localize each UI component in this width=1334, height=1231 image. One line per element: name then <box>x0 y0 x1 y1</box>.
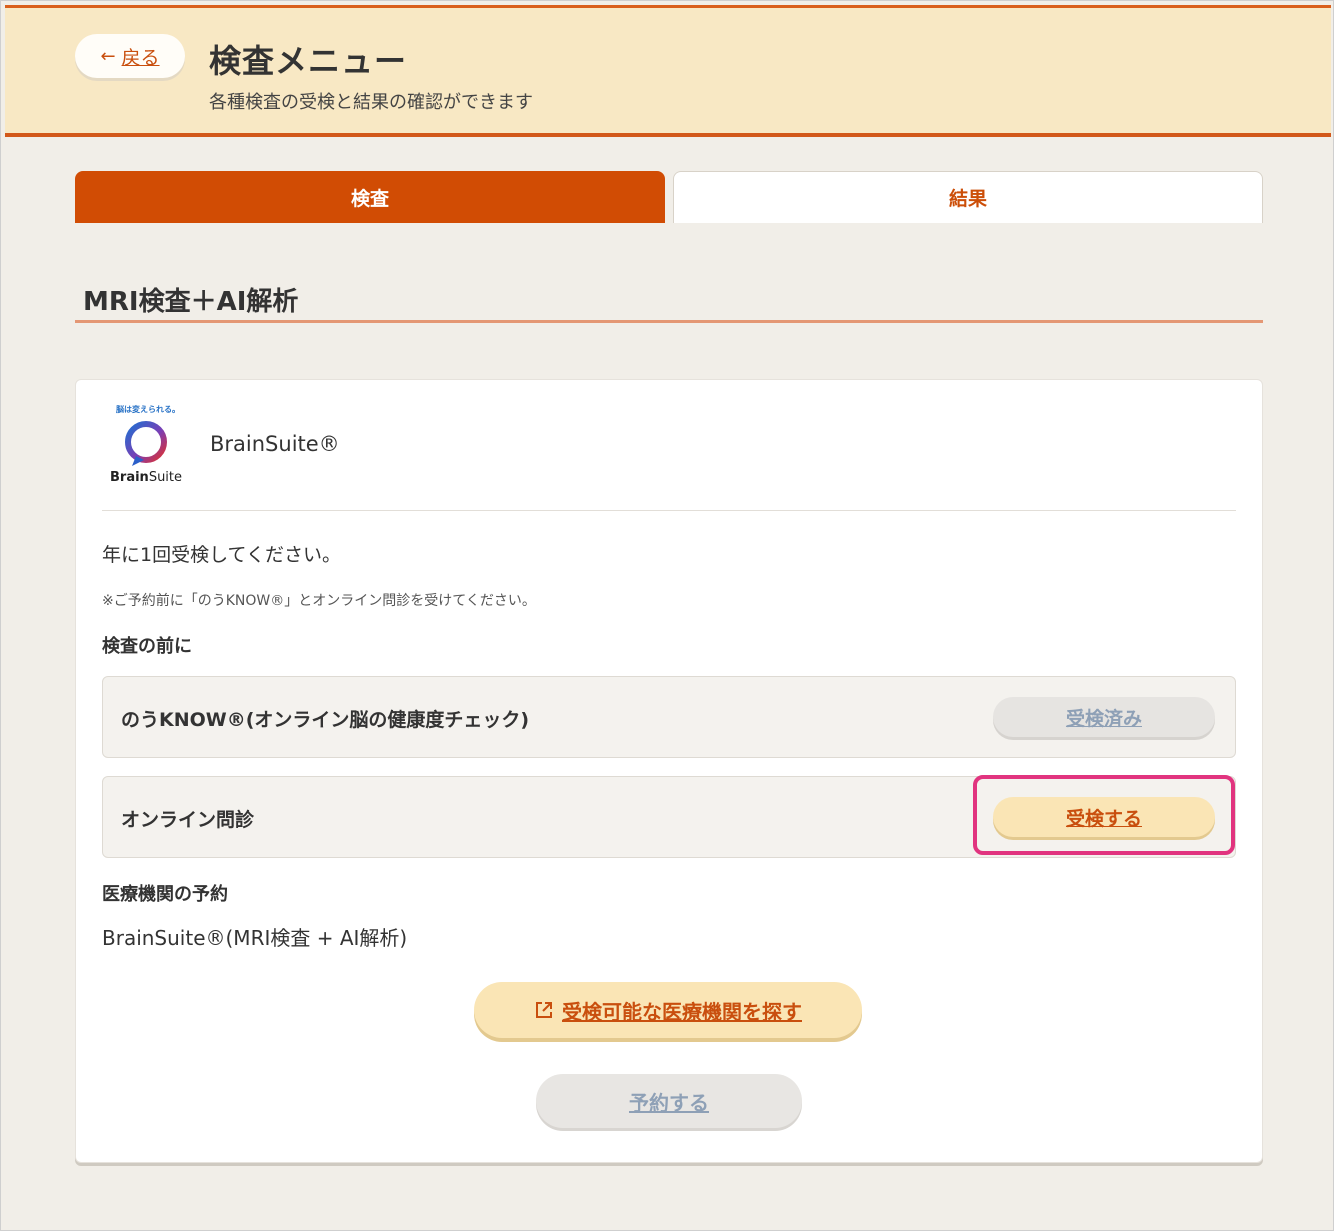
completed-button: 受検済み <box>993 697 1215 737</box>
section-divider <box>75 320 1263 323</box>
brain-ring-icon <box>125 421 167 466</box>
page-subtitle: 各種検査の受検と結果の確認ができます <box>209 92 533 113</box>
reservation-note: ※ご予約前に「のうKNOW®」とオンライン問診を受けてください。 <box>102 593 536 609</box>
page-frame: ← 戻る 検査メニュー 各種検査の受検と結果の確認ができます 検査 結果 MRI… <box>0 0 1334 1231</box>
page-header: ← 戻る 検査メニュー 各種検査の受検と結果の確認ができます <box>5 5 1331 137</box>
back-label: 戻る <box>121 46 160 69</box>
card-divider <box>102 510 1236 511</box>
page-title: 検査メニュー <box>209 42 408 80</box>
logo-wordmark: BrainSuite <box>110 470 183 485</box>
product-name: BrainSuite® <box>210 432 340 456</box>
external-link-icon <box>534 1000 554 1020</box>
step-label: オンライン問診 <box>121 809 255 831</box>
step-label: のうKNOW®(オンライン脳の健康度チェック) <box>121 709 530 731</box>
exam-card: 脳は変えられる。 BrainSuite BrainSuite® 年に1回受検して… <box>75 379 1263 1163</box>
take-exam-button[interactable]: 受検する <box>993 797 1215 837</box>
reservation-item: BrainSuite®(MRI検査 + AI解析) <box>102 926 408 950</box>
reserve-button: 予約する <box>536 1074 802 1128</box>
step-row-nouknow: のうKNOW®(オンライン脳の健康度チェック) 受検済み <box>102 676 1236 758</box>
arrow-left-icon: ← <box>100 45 116 67</box>
back-button[interactable]: ← 戻る <box>75 34 185 78</box>
step-row-online-interview: オンライン問診 受検する <box>102 776 1236 858</box>
tab-results[interactable]: 結果 <box>673 171 1263 223</box>
before-exam-heading: 検査の前に <box>102 636 192 657</box>
brainsuite-logo: 脳は変えられる。 BrainSuite <box>108 404 188 486</box>
find-clinic-button[interactable]: 受検可能な医療機関を探す <box>474 982 862 1038</box>
logo-tagline: 脳は変えられる。 <box>116 405 180 414</box>
tab-exam[interactable]: 検査 <box>75 171 665 223</box>
frequency-text: 年に1回受検してください。 <box>102 544 341 566</box>
reservation-heading: 医療機関の予約 <box>102 884 228 905</box>
section-title: MRI検査＋AI解析 <box>83 287 299 317</box>
find-clinic-label: 受検可能な医療機関を探す <box>562 999 802 1024</box>
